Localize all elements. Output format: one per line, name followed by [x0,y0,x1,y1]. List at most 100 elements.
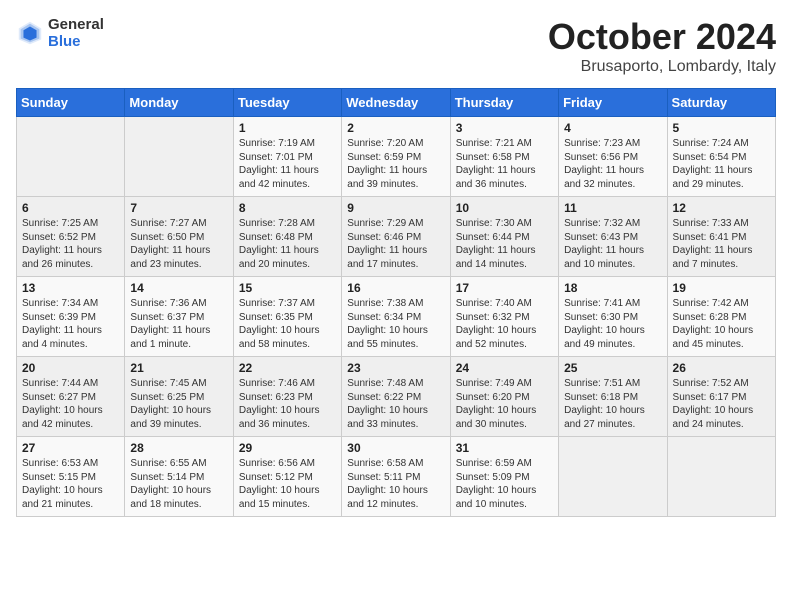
day-number: 28 [130,441,227,455]
col-tuesday: Tuesday [233,89,341,117]
table-row: 1 Sunrise: 7:19 AMSunset: 7:01 PMDaylight… [233,117,341,197]
cell-content: Sunrise: 7:29 AMSunset: 6:46 PMDaylight:… [347,217,444,271]
table-row: 25Sunrise: 7:51 AMSunset: 6:18 PMDayligh… [559,357,667,437]
table-row: 18Sunrise: 7:41 AMSunset: 6:30 PMDayligh… [559,277,667,357]
table-row: 15 Sunrise: 7:37 AMSunset: 6:35 PMDayligh… [233,277,341,357]
day-number: 14 [130,281,227,295]
title-area: October 2024 Brusaporto, Lombardy, Italy [548,16,776,76]
logo-general: General [48,16,104,33]
table-row [667,437,775,517]
day-number: 6 [22,201,119,215]
cell-content: Sunrise: 7:21 AMSunset: 6:58 PMDaylight:… [456,137,553,191]
table-row: 10Sunrise: 7:30 AMSunset: 6:44 PMDayligh… [450,197,558,277]
col-wednesday: Wednesday [342,89,450,117]
cell-content: Sunrise: 6:58 AMSunset: 5:11 PMDaylight:… [347,457,444,511]
day-number: 31 [456,441,553,455]
day-number: 30 [347,441,444,455]
table-row: 27Sunrise: 6:53 AMSunset: 5:15 PMDayligh… [17,437,125,517]
table-row: 5Sunrise: 7:24 AMSunset: 6:54 PMDaylight… [667,117,775,197]
table-row: 12 Sunrise: 7:33 AMSunset: 6:41 PMDayligh… [667,197,775,277]
day-number: 15 [239,281,336,295]
cell-content: Sunrise: 7:44 AMSunset: 6:27 PMDaylight:… [22,377,119,431]
day-number: 12 [673,201,770,215]
day-number: 18 [564,281,661,295]
table-row: 4 Sunrise: 7:23 AMSunset: 6:56 PMDaylight… [559,117,667,197]
cell-content: Sunrise: 7:38 AMSunset: 6:34 PMDaylight:… [347,297,444,351]
cell-content: Sunrise: 7:20 AMSunset: 6:59 PMDaylight:… [347,137,444,191]
table-row: 2 Sunrise: 7:20 AMSunset: 6:59 PMDaylight… [342,117,450,197]
table-row: 3 Sunrise: 7:21 AMSunset: 6:58 PMDaylight… [450,117,558,197]
col-friday: Friday [559,89,667,117]
table-row: 31 Sunrise: 6:59 AMSunset: 5:09 PMDayligh… [450,437,558,517]
cell-content: Sunrise: 7:23 AMSunset: 6:56 PMDaylight:… [564,137,661,191]
week-row-1: 1 Sunrise: 7:19 AMSunset: 7:01 PMDaylight… [17,117,776,197]
logo-icon [16,19,44,47]
day-number: 22 [239,361,336,375]
day-number: 19 [673,281,770,295]
page-header: General Blue October 2024 Brusaporto, Lo… [16,16,776,76]
cell-content: Sunrise: 6:55 AMSunset: 5:14 PMDaylight:… [130,457,227,511]
cell-content: Sunrise: 7:30 AMSunset: 6:44 PMDaylight:… [456,217,553,271]
table-row: 6 Sunrise: 7:25 AMSunset: 6:52 PMDaylight… [17,197,125,277]
calendar-header: Sunday Monday Tuesday Wednesday Thursday… [17,89,776,117]
table-row [17,117,125,197]
table-row: 21 Sunrise: 7:45 AMSunset: 6:25 PMDayligh… [125,357,233,437]
week-row-4: 20Sunrise: 7:44 AMSunset: 6:27 PMDayligh… [17,357,776,437]
cell-content: Sunrise: 7:46 AMSunset: 6:23 PMDaylight:… [239,377,336,431]
day-number: 23 [347,361,444,375]
week-row-3: 13Sunrise: 7:34 AMSunset: 6:39 PMDayligh… [17,277,776,357]
day-number: 8 [239,201,336,215]
day-number: 4 [564,121,661,135]
table-row: 8 Sunrise: 7:28 AMSunset: 6:48 PMDaylight… [233,197,341,277]
header-row: Sunday Monday Tuesday Wednesday Thursday… [17,89,776,117]
cell-content: Sunrise: 7:48 AMSunset: 6:22 PMDaylight:… [347,377,444,431]
day-number: 7 [130,201,227,215]
day-number: 9 [347,201,444,215]
day-number: 3 [456,121,553,135]
cell-content: Sunrise: 7:37 AMSunset: 6:35 PMDaylight:… [239,297,336,351]
cell-content: Sunrise: 7:28 AMSunset: 6:48 PMDaylight:… [239,217,336,271]
cell-content: Sunrise: 7:42 AMSunset: 6:28 PMDaylight:… [673,297,770,351]
logo-text: General Blue [48,16,104,50]
calendar-body: 1 Sunrise: 7:19 AMSunset: 7:01 PMDaylight… [17,117,776,517]
cell-content: Sunrise: 7:36 AMSunset: 6:37 PMDaylight:… [130,297,227,351]
cell-content: Sunrise: 7:52 AMSunset: 6:17 PMDaylight:… [673,377,770,431]
cell-content: Sunrise: 6:56 AMSunset: 5:12 PMDaylight:… [239,457,336,511]
day-number: 1 [239,121,336,135]
table-row: 11Sunrise: 7:32 AMSunset: 6:43 PMDayligh… [559,197,667,277]
cell-content: Sunrise: 7:49 AMSunset: 6:20 PMDaylight:… [456,377,553,431]
day-number: 27 [22,441,119,455]
col-saturday: Saturday [667,89,775,117]
cell-content: Sunrise: 7:19 AMSunset: 7:01 PMDaylight:… [239,137,336,191]
day-number: 2 [347,121,444,135]
table-row: 26 Sunrise: 7:52 AMSunset: 6:17 PMDayligh… [667,357,775,437]
table-row: 16Sunrise: 7:38 AMSunset: 6:34 PMDayligh… [342,277,450,357]
table-row: 29Sunrise: 6:56 AMSunset: 5:12 PMDayligh… [233,437,341,517]
day-number: 26 [673,361,770,375]
calendar-table: Sunday Monday Tuesday Wednesday Thursday… [16,88,776,517]
table-row: 23 Sunrise: 7:48 AMSunset: 6:22 PMDayligh… [342,357,450,437]
table-row: 28 Sunrise: 6:55 AMSunset: 5:14 PMDayligh… [125,437,233,517]
col-thursday: Thursday [450,89,558,117]
day-number: 24 [456,361,553,375]
table-row: 20Sunrise: 7:44 AMSunset: 6:27 PMDayligh… [17,357,125,437]
day-number: 17 [456,281,553,295]
week-row-2: 6 Sunrise: 7:25 AMSunset: 6:52 PMDaylight… [17,197,776,277]
logo-blue: Blue [48,33,104,50]
cell-content: Sunrise: 7:45 AMSunset: 6:25 PMDaylight:… [130,377,227,431]
cell-content: Sunrise: 7:25 AMSunset: 6:52 PMDaylight:… [22,217,119,271]
table-row: 22 Sunrise: 7:46 AMSunset: 6:23 PMDayligh… [233,357,341,437]
day-number: 13 [22,281,119,295]
table-row [559,437,667,517]
cell-content: Sunrise: 6:59 AMSunset: 5:09 PMDaylight:… [456,457,553,511]
logo: General Blue [16,16,104,50]
cell-content: Sunrise: 7:33 AMSunset: 6:41 PMDaylight:… [673,217,770,271]
day-number: 21 [130,361,227,375]
location-title: Brusaporto, Lombardy, Italy [548,58,776,76]
col-monday: Monday [125,89,233,117]
table-row: 14 Sunrise: 7:36 AMSunset: 6:37 PMDayligh… [125,277,233,357]
cell-content: Sunrise: 7:32 AMSunset: 6:43 PMDaylight:… [564,217,661,271]
table-row [125,117,233,197]
day-number: 5 [673,121,770,135]
day-number: 25 [564,361,661,375]
